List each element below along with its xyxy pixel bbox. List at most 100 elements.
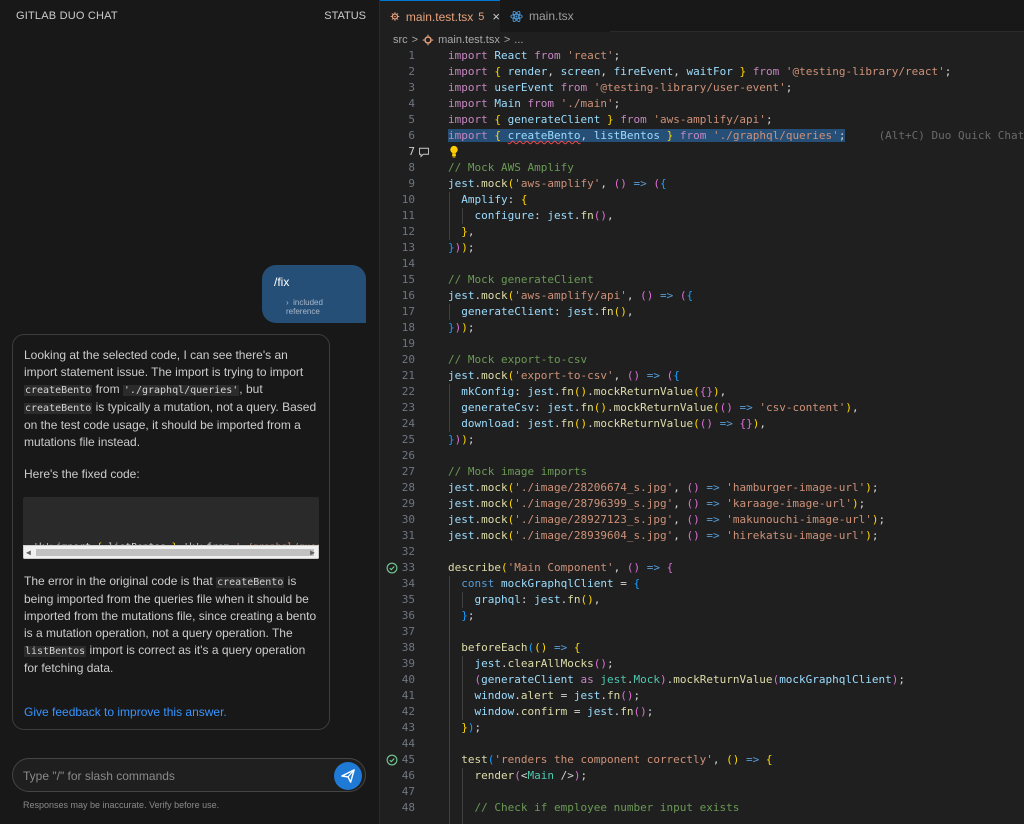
code-line[interactable]: 39 jest.clearAllMocks(); bbox=[380, 656, 1024, 672]
give-feedback-link[interactable]: Give feedback to improve this answer. bbox=[24, 705, 227, 719]
code-line[interactable]: 21 jest.mock('export-to-csv', () => ({ bbox=[380, 368, 1024, 384]
scroll-right-arrow-icon[interactable]: ▶ bbox=[310, 548, 315, 557]
line-number: 21 bbox=[401, 369, 415, 382]
code-line[interactable]: 29 jest.mock('./image/28796399_s.jpg', ()… bbox=[380, 496, 1024, 512]
included-reference-toggle[interactable]: › included reference bbox=[274, 298, 354, 316]
line-number: 18 bbox=[401, 321, 415, 334]
code-line[interactable]: 2 import { render, screen, fireEvent, wai… bbox=[380, 64, 1024, 80]
code-line[interactable]: 6 import { createBento, listBentos } from… bbox=[380, 128, 1024, 144]
code-line[interactable]: 24 download: jest.fn().mockReturnValue((… bbox=[380, 416, 1024, 432]
code-line[interactable]: 28 jest.mock('./image/28206674_s.jpg', ()… bbox=[380, 480, 1024, 496]
code-line[interactable]: 23 generateCsv: jest.fn().mockReturnValu… bbox=[380, 400, 1024, 416]
code-text: }, bbox=[461, 225, 475, 238]
line-number: 44 bbox=[401, 737, 415, 750]
code-line[interactable]: 13})); bbox=[380, 240, 1024, 256]
code-text: // Mock image imports bbox=[448, 465, 588, 478]
code-line[interactable]: 37 bbox=[380, 624, 1024, 640]
assistant-message: Looking at the selected code, I can see … bbox=[12, 334, 330, 730]
code-line[interactable]: 5 import { generateClient } from 'aws-amp… bbox=[380, 112, 1024, 128]
code-text: configure: jest.fn(), bbox=[474, 209, 614, 222]
code-area[interactable]: 1 import React from 'react'; 2 import { ren… bbox=[380, 48, 1024, 824]
line-number: 14 bbox=[401, 257, 415, 270]
code-line[interactable]: 30 jest.mock('./image/28927123_s.jpg', ()… bbox=[380, 512, 1024, 528]
code-line[interactable]: 16 jest.mock('aws-amplify/api', () => ({ bbox=[380, 288, 1024, 304]
code-line[interactable]: 15 // Mock generateClient bbox=[380, 272, 1024, 288]
code-line[interactable]: 35 graphql: jest.fn(), bbox=[380, 592, 1024, 608]
code-text: import { createBento, listBentos } from … bbox=[448, 129, 1024, 142]
inline-code: createBento bbox=[24, 385, 93, 396]
code-line[interactable]: 48 // Check if employee number input exi… bbox=[380, 800, 1024, 816]
tab-main-test-tsx[interactable]: main.test.tsx 5 × bbox=[380, 0, 500, 32]
react-file-icon bbox=[510, 10, 523, 22]
code-text: import userEvent from '@testing-library/… bbox=[448, 81, 793, 94]
code-text: })); bbox=[448, 321, 475, 334]
test-passed-icon[interactable] bbox=[386, 754, 398, 766]
assistant-paragraph-1: Looking at the selected code, I can see … bbox=[24, 348, 317, 449]
line-number: 4 bbox=[408, 97, 415, 110]
code-text: generateCsv: jest.fn().mockReturnValue((… bbox=[461, 401, 859, 414]
code-line[interactable]: 33 describe('Main Component', () => { bbox=[380, 560, 1024, 576]
line-number: 36 bbox=[401, 609, 415, 622]
code-line[interactable]: 4 import Main from './main'; bbox=[380, 96, 1024, 112]
tab-main-tsx[interactable]: main.tsx bbox=[500, 0, 610, 32]
code-line[interactable]: 27 // Mock image imports bbox=[380, 464, 1024, 480]
line-number: 34 bbox=[401, 577, 415, 590]
tab-label: main.tsx bbox=[529, 9, 574, 23]
code-line[interactable]: 40 (generateClient as jest.Mock).mockRet… bbox=[380, 672, 1024, 688]
code-line[interactable]: 19 bbox=[380, 336, 1024, 352]
code-line[interactable]: 31 jest.mock('./image/28939604_s.jpg', ()… bbox=[380, 528, 1024, 544]
code-line[interactable]: 22 mkConfig: jest.fn().mockReturnValue({… bbox=[380, 384, 1024, 400]
line-number: 5 bbox=[408, 113, 415, 126]
editor-tab-bar: main.test.tsx 5 × main.tsx bbox=[380, 0, 1024, 32]
code-line[interactable]: 44 bbox=[380, 736, 1024, 752]
code-line[interactable]: 42 window.confirm = jest.fn(); bbox=[380, 704, 1024, 720]
scrollbar-thumb[interactable] bbox=[36, 549, 314, 556]
code-line[interactable]: 46 render(<Main />); bbox=[380, 768, 1024, 784]
code-line[interactable]: 1 import React from 'react'; bbox=[380, 48, 1024, 64]
comment-icon[interactable] bbox=[418, 146, 430, 158]
line-number: 48 bbox=[401, 801, 415, 814]
code-line[interactable]: 10 Amplify: { bbox=[380, 192, 1024, 208]
code-line[interactable]: 34 const mockGraphqlClient = { bbox=[380, 576, 1024, 592]
code-line[interactable]: 18})); bbox=[380, 320, 1024, 336]
test-passed-icon[interactable] bbox=[386, 562, 398, 574]
breadcrumb-symbols[interactable]: ... bbox=[514, 34, 523, 46]
code-line[interactable]: 43 }); bbox=[380, 720, 1024, 736]
line-number: 38 bbox=[401, 641, 415, 654]
code-text: jest.mock('aws-amplify/api', () => ({ bbox=[448, 289, 694, 302]
chat-prompt-input[interactable] bbox=[23, 767, 333, 785]
code-line[interactable]: 17 generateClient: jest.fn(), bbox=[380, 304, 1024, 320]
code-line[interactable]: 32 bbox=[380, 544, 1024, 560]
code-line[interactable]: 8 // Mock AWS Amplify bbox=[380, 160, 1024, 176]
code-line[interactable]: 20 // Mock export-to-csv bbox=[380, 352, 1024, 368]
code-text: test('renders the component correctly', … bbox=[461, 753, 773, 766]
code-line[interactable]: 14 bbox=[380, 256, 1024, 272]
code-line[interactable]: 36 }; bbox=[380, 608, 1024, 624]
code-line[interactable]: 25})); bbox=[380, 432, 1024, 448]
code-line[interactable]: 11 configure: jest.fn(), bbox=[380, 208, 1024, 224]
lightbulb-icon[interactable] bbox=[448, 145, 460, 158]
breadcrumb-file[interactable]: main.test.tsx bbox=[438, 34, 500, 46]
send-button[interactable] bbox=[334, 762, 362, 790]
code-line[interactable]: 9 jest.mock('aws-amplify', () => ({ bbox=[380, 176, 1024, 192]
code-line[interactable]: 45 test('renders the component correctly… bbox=[380, 752, 1024, 768]
code-text: jest.mock('aws-amplify', () => ({ bbox=[448, 177, 667, 190]
code-line[interactable]: 12 }, bbox=[380, 224, 1024, 240]
scroll-left-arrow-icon[interactable]: ◀ bbox=[26, 548, 31, 557]
code-line[interactable]: 3 import userEvent from '@testing-library… bbox=[380, 80, 1024, 96]
chat-title: GITLAB DUO CHAT bbox=[16, 10, 118, 22]
line-number: 42 bbox=[401, 705, 415, 718]
line-number: 26 bbox=[401, 449, 415, 462]
line-number: 43 bbox=[401, 721, 415, 734]
code-line[interactable]: 7 bbox=[380, 144, 1024, 160]
code-line[interactable]: 26 bbox=[380, 448, 1024, 464]
code-horizontal-scrollbar[interactable]: ◀ ▶ bbox=[23, 545, 319, 559]
breadcrumb-folder[interactable]: src bbox=[393, 34, 408, 46]
line-number: 30 bbox=[401, 513, 415, 526]
code-line[interactable]: 47 bbox=[380, 784, 1024, 800]
close-tab-icon[interactable]: × bbox=[492, 9, 500, 24]
code-line[interactable]: 41 window.alert = jest.fn(); bbox=[380, 688, 1024, 704]
code-line[interactable]: 38 beforeEach(() => { bbox=[380, 640, 1024, 656]
user-command: /fix bbox=[274, 275, 290, 289]
status-tab[interactable]: STATUS bbox=[324, 10, 366, 22]
